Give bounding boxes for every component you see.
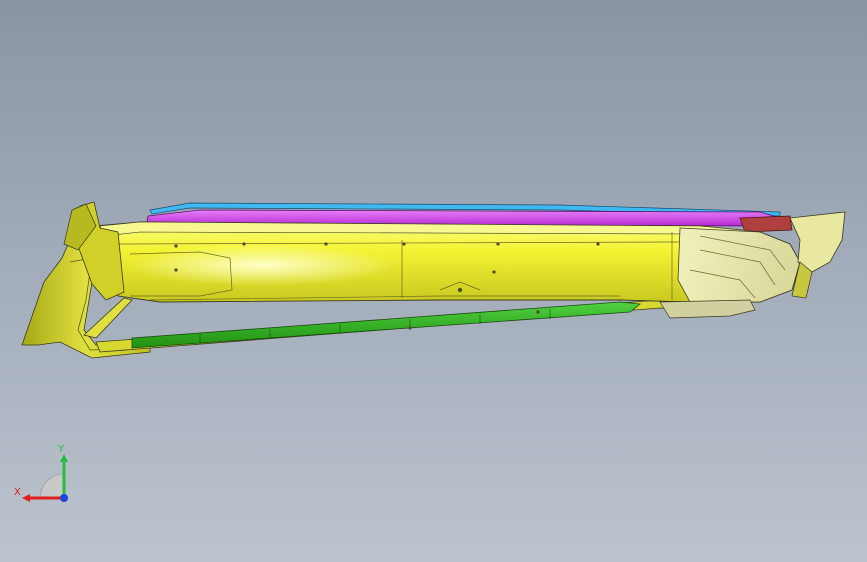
cad-viewport[interactable]: X Y	[0, 0, 867, 562]
diagonal-link	[83, 297, 133, 339]
x-axis-label: X	[14, 487, 21, 498]
red-bracket	[739, 215, 793, 233]
green-strip	[131, 301, 642, 349]
z-axis-dot-icon	[60, 494, 68, 502]
housing-glow	[110, 238, 490, 298]
right-end-cap	[677, 227, 801, 303]
x-axis-head-icon	[22, 494, 30, 502]
y-axis-head-icon	[60, 454, 68, 462]
y-axis-label: Y	[57, 444, 65, 455]
lower-right-bracket	[659, 299, 756, 319]
axis-triad: X Y	[14, 444, 68, 502]
triad-quadrant	[39, 473, 65, 499]
cad-model[interactable]	[0, 0, 867, 562]
